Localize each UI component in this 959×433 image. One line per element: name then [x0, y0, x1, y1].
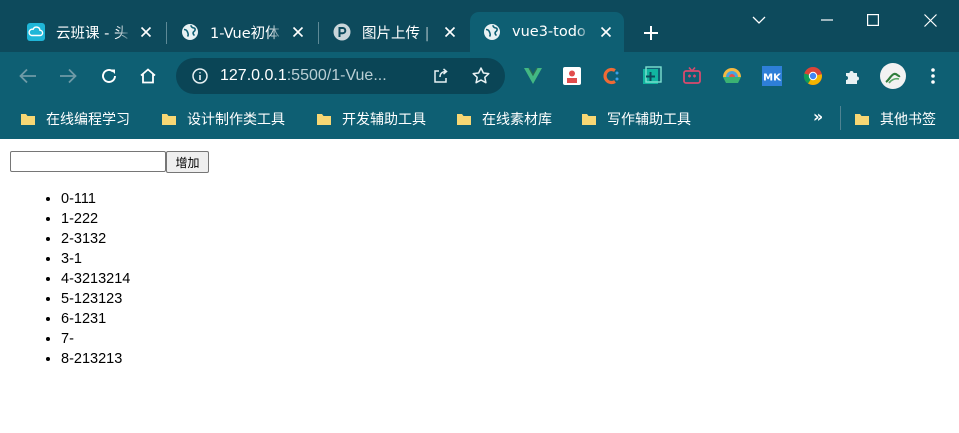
minimize-icon [821, 19, 833, 21]
todo-item: 2-3132 [61, 229, 130, 249]
folder-icon [162, 114, 176, 125]
bookmark-label: 其他书签 [880, 112, 936, 128]
tab-vue3-todo[interactable]: vue3-todo [470, 12, 624, 52]
todo-item: 8-213213 [61, 349, 130, 369]
star-icon[interactable] [471, 66, 491, 90]
forward-button[interactable] [54, 62, 82, 90]
todo-list: 0-111 1-222 2-3132 3-1 4-3213214 5-12312… [0, 189, 130, 369]
todo-item: 0-111 [61, 189, 130, 209]
share-icon[interactable] [432, 67, 450, 89]
todo-item: 1-222 [61, 209, 130, 229]
bookmark-folder-assets[interactable]: 在线素材库 [456, 108, 552, 130]
reload-button[interactable] [95, 62, 123, 90]
bookmark-folder-online-learning[interactable]: 在线编程学习 [20, 108, 130, 130]
bookmark-folder-writing-tools[interactable]: 写作辅助工具 [581, 108, 691, 130]
bookmark-label: 在线编程学习 [46, 112, 130, 128]
avatar[interactable] [880, 63, 906, 89]
url-host: 127.0.0.1 [220, 67, 287, 84]
close-icon[interactable] [440, 22, 460, 42]
todo-item: 5-123123 [61, 289, 130, 309]
c-extension-icon[interactable] [600, 65, 622, 87]
arrow-left-icon [19, 68, 36, 84]
bookmark-label: 设计制作类工具 [187, 112, 285, 128]
bookmark-label: 开发辅助工具 [342, 112, 426, 128]
reload-icon [102, 69, 116, 83]
todo-item: 4-3213214 [61, 269, 130, 289]
tab-separator [318, 22, 319, 44]
tab-title: 1-Vue初体 [210, 25, 280, 42]
chrome-extension-icon[interactable] [802, 65, 824, 87]
globe-icon [482, 22, 502, 42]
add-button[interactable]: 增加 [166, 151, 209, 173]
color-fan-extension-icon[interactable] [721, 65, 743, 87]
minimize-button[interactable] [807, 6, 847, 34]
tv-extension-icon[interactable] [681, 65, 703, 87]
mk-extension-icon[interactable]: MK [761, 65, 783, 87]
tab-separator [166, 22, 167, 44]
vue-devtools-icon[interactable] [522, 65, 544, 87]
folder-icon [855, 114, 869, 125]
bookmark-folder-design-tools[interactable]: 设计制作类工具 [161, 108, 285, 130]
plus-icon [644, 26, 658, 40]
p-logo-icon [332, 22, 352, 42]
page-content: 增加 0-111 1-222 2-3132 3-1 4-3213214 5-12… [0, 139, 959, 433]
tab-image-upload[interactable]: 图片上传 | [320, 12, 468, 52]
todo-item: 3-1 [61, 249, 130, 269]
tab-title: 图片上传 | [362, 25, 430, 42]
tab-strip: 云班课 - 头 1-Vue初体 图片上传 | vue3-todo [0, 0, 959, 52]
browser-window: 云班课 - 头 1-Vue初体 图片上传 | vue3-todo 127.0.0… [0, 0, 959, 433]
window-close-button[interactable] [910, 6, 950, 34]
svg-text:MK: MK [763, 73, 782, 84]
folder-icon [582, 114, 596, 125]
new-tab-button[interactable] [638, 20, 664, 46]
tab-cloud-class[interactable]: 云班课 - 头 [14, 12, 164, 52]
home-icon [140, 68, 156, 84]
todo-item: 6-1231 [61, 309, 130, 329]
close-icon[interactable] [288, 22, 308, 42]
browser-toolbar: 127.0.0.1:5500/1-Vue... MK [0, 52, 959, 100]
chevron-down-icon [752, 16, 766, 24]
folder-icon [317, 114, 331, 125]
close-icon[interactable] [596, 22, 616, 42]
globe-icon [180, 22, 200, 42]
url-path: :5500/1-Vue... [286, 67, 387, 84]
todo-item: 7- [61, 329, 130, 349]
tab-title: 云班课 - 头 [56, 25, 129, 42]
todo-input[interactable] [10, 151, 166, 172]
tab-search-button[interactable] [739, 6, 779, 34]
bookmark-label: 写作辅助工具 [607, 112, 691, 128]
folder-icon [457, 114, 471, 125]
maximize-icon [867, 14, 879, 26]
close-icon [923, 13, 937, 27]
bookmarks-separator [840, 106, 841, 130]
cse-extension-icon[interactable] [561, 65, 583, 87]
tab-vue-intro[interactable]: 1-Vue初体 [168, 12, 316, 52]
maximize-button[interactable] [853, 6, 893, 34]
menu-button[interactable] [922, 65, 944, 87]
close-icon[interactable] [136, 22, 156, 42]
home-button[interactable] [134, 62, 162, 90]
address-bar[interactable]: 127.0.0.1:5500/1-Vue... [176, 58, 505, 94]
bookmark-label: 在线素材库 [482, 112, 552, 128]
kebab-menu-icon [931, 68, 935, 84]
arrow-right-icon [60, 68, 77, 84]
back-button[interactable] [14, 62, 42, 90]
bookmark-folder-other[interactable]: 其他书签 [854, 108, 936, 130]
puzzle-icon[interactable] [842, 65, 864, 87]
tab-title: vue3-todo [512, 24, 586, 40]
cloud-class-icon [26, 22, 46, 42]
url-text: 127.0.0.1:5500/1-Vue... [220, 67, 387, 85]
square-plus-extension-icon[interactable] [641, 65, 663, 87]
bookmark-folder-dev-tools[interactable]: 开发辅助工具 [316, 108, 426, 130]
info-icon[interactable] [190, 66, 210, 86]
folder-icon [21, 114, 35, 125]
bookmarks-overflow-chevron-icon[interactable]: ›› [813, 107, 823, 126]
